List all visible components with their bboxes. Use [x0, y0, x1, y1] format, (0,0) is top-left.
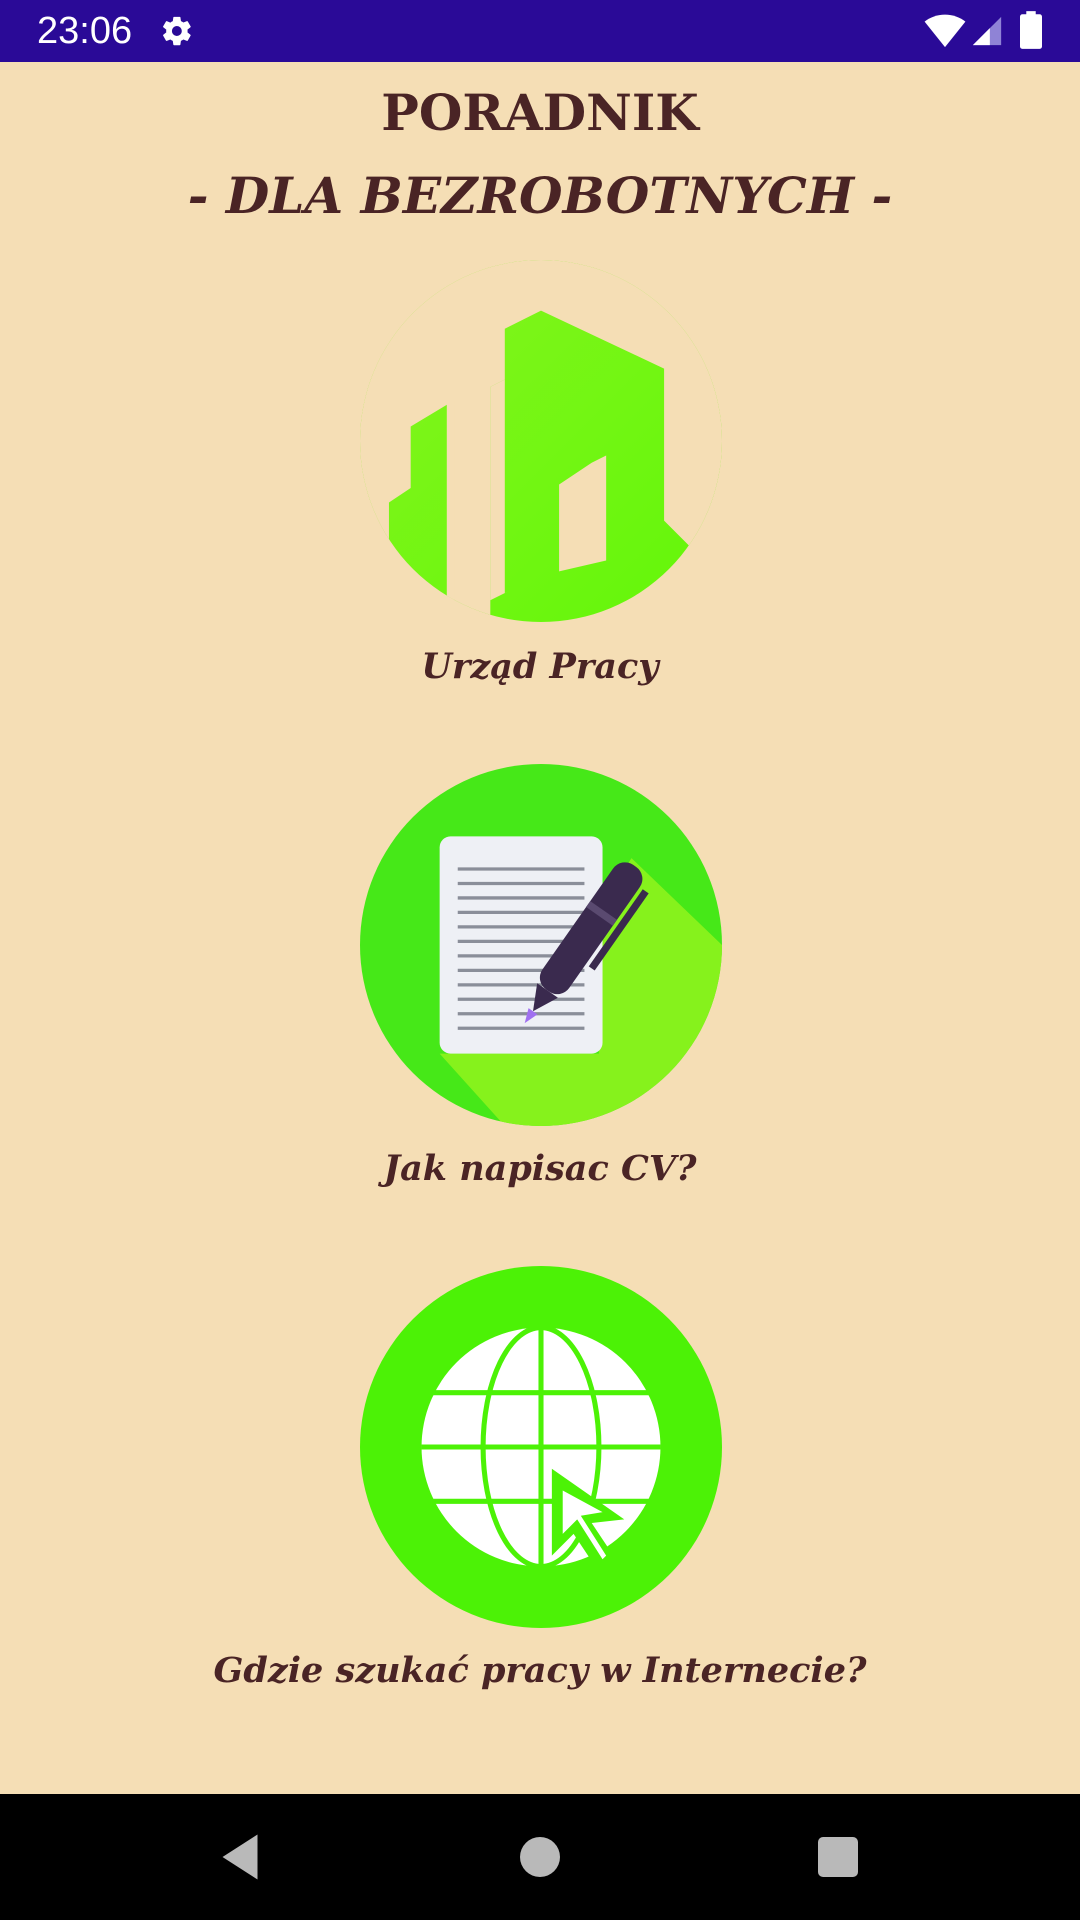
- globe-cursor-icon[interactable]: [360, 1266, 722, 1628]
- menu-label-internet[interactable]: Gdzie szukać pracy w Internecie?: [0, 1646, 1080, 1696]
- back-icon[interactable]: [210, 1827, 270, 1887]
- document-pen-icon[interactable]: [360, 764, 722, 1126]
- home-icon[interactable]: [510, 1827, 570, 1887]
- menu-item-cv[interactable]: Jak napisac CV?: [0, 764, 1080, 1204]
- menu-item-urzad-pracy[interactable]: Urząd Pracy: [0, 260, 1080, 700]
- menu-label-urzad-pracy[interactable]: Urząd Pracy: [0, 642, 1080, 692]
- menu-item-internet[interactable]: Gdzie szukać pracy w Internecie?: [0, 1266, 1080, 1706]
- navigation-bar: [0, 1794, 1080, 1920]
- recents-icon[interactable]: [808, 1827, 868, 1887]
- cell-signal-icon: [972, 16, 1002, 46]
- menu-label-cv[interactable]: Jak napisac CV?: [0, 1144, 1080, 1194]
- wifi-icon: [924, 14, 966, 48]
- settings-gear-icon: [163, 16, 191, 46]
- buildings-icon[interactable]: [360, 260, 722, 622]
- status-time: 23:06: [37, 10, 133, 52]
- battery-icon: [1020, 11, 1042, 49]
- page-title: PORADNIK: [381, 83, 699, 142]
- status-bar: 23:06: [0, 0, 1080, 62]
- page-subtitle: - DLA BEZROBOTNYCH -: [187, 166, 893, 225]
